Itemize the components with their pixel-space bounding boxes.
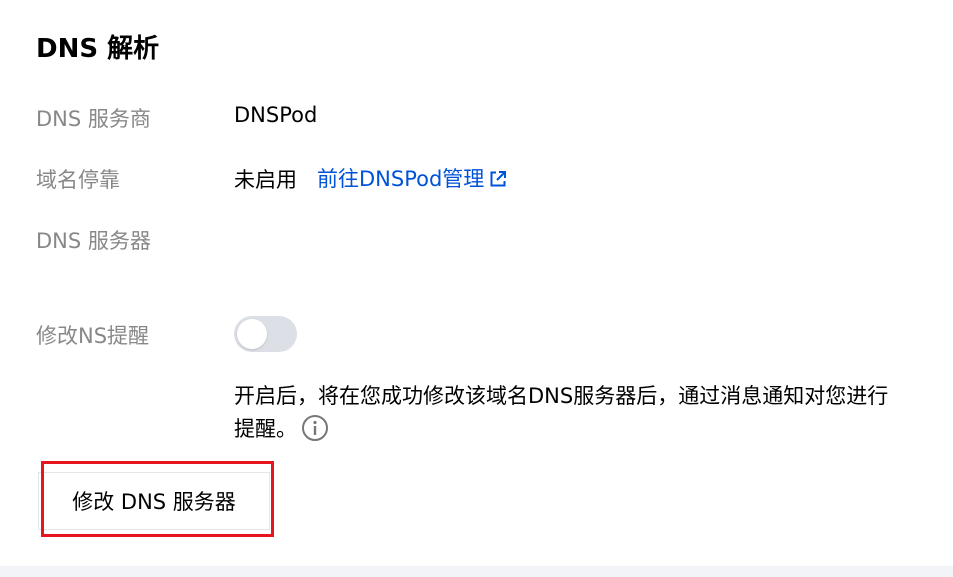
- ns-reminder-toggle[interactable]: [234, 316, 297, 352]
- dnspod-manage-link[interactable]: 前往DNSPod管理: [317, 163, 508, 193]
- domain-parking-value: 未启用: [234, 168, 297, 192]
- dns-servers-label: DNS 服务器: [36, 229, 151, 253]
- ns-reminder-description-line1: 开启后，将在您成功修改该域名DNS服务器后，通过消息通知对您进行: [234, 384, 889, 408]
- dnspod-manage-link-text[interactable]: 前往DNSPod管理: [317, 163, 484, 193]
- toggle-knob: [237, 319, 267, 349]
- dns-resolution-panel: DNS 解析 DNS 服务商 DNSPod 域名停靠 未启用 前往DNSPod管…: [0, 0, 953, 566]
- domain-parking-label: 域名停靠: [36, 168, 120, 192]
- dns-provider-value: DNSPod: [234, 103, 318, 127]
- page-background-strip: [0, 566, 953, 577]
- external-link-icon: [488, 169, 508, 189]
- ns-reminder-description-line2: 提醒。: [234, 417, 297, 441]
- ns-reminder-label: 修改NS提醒: [36, 324, 150, 348]
- dns-provider-label: DNS 服务商: [36, 107, 151, 131]
- info-icon[interactable]: [301, 414, 329, 442]
- section-title: DNS 解析: [36, 34, 160, 64]
- ns-reminder-description: 开启后，将在您成功修改该域名DNS服务器后，通过消息通知对您进行 提醒。: [234, 380, 924, 446]
- modify-dns-servers-button[interactable]: 修改 DNS 服务器: [38, 472, 270, 530]
